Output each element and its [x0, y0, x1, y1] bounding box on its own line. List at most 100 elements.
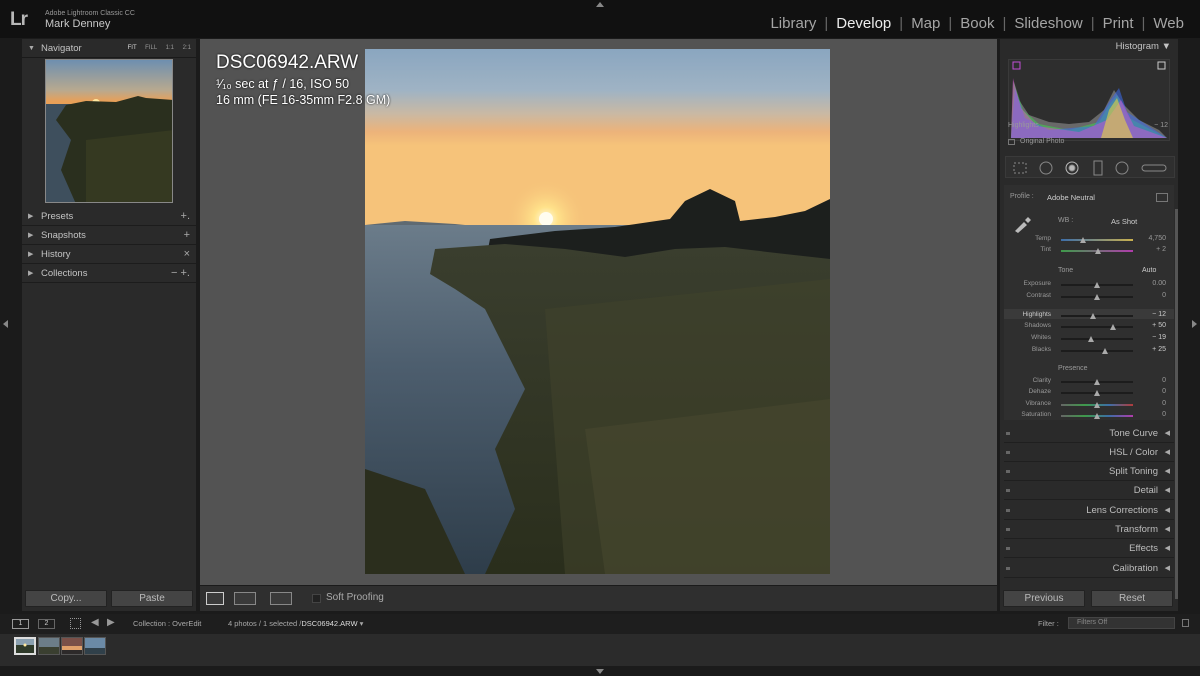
slider-track[interactable]	[1061, 326, 1133, 328]
toggle-switch[interactable]	[1006, 489, 1010, 492]
slider-thumb[interactable]	[1094, 390, 1100, 396]
filter-lock-icon[interactable]	[1182, 619, 1189, 627]
snapshots-header[interactable]: ▶ Snapshots +	[22, 226, 196, 245]
slider-value[interactable]: − 12	[1152, 311, 1166, 318]
slider-track[interactable]	[1061, 239, 1133, 241]
slider-value[interactable]: 0	[1162, 292, 1166, 299]
paste-settings-button[interactable]: Paste	[111, 590, 193, 607]
top-panel-toggle-icon[interactable]	[596, 2, 604, 7]
soft-proofing-checkbox[interactable]	[312, 594, 321, 603]
auto-tone-button[interactable]: Auto	[1142, 267, 1156, 274]
history-header[interactable]: ▶ History ×	[22, 245, 196, 264]
module-book[interactable]: Book	[952, 15, 1002, 32]
filmstrip-thumbnail[interactable]	[14, 637, 36, 655]
before-after-tb-icon[interactable]	[270, 592, 292, 605]
previous-button[interactable]: Previous	[1003, 590, 1085, 607]
eyedropper-icon[interactable]	[1012, 215, 1032, 233]
detail-section[interactable]: Detail ◀	[1004, 483, 1174, 500]
slider-value[interactable]: 4,750	[1148, 235, 1166, 242]
slider-value[interactable]: + 50	[1152, 322, 1166, 329]
copy-settings-button[interactable]: Copy...	[25, 590, 107, 607]
filmstrip-thumbnail[interactable]	[61, 637, 83, 655]
before-after-lr-icon[interactable]	[234, 592, 256, 605]
main-window-button[interactable]: 1	[12, 619, 29, 629]
bottom-panel-toggle-icon[interactable]	[596, 669, 604, 674]
slider-thumb[interactable]	[1087, 336, 1094, 342]
histogram-header[interactable]: Histogram ▼	[1116, 41, 1171, 52]
collection-source[interactable]: Collection : OverEdit	[133, 619, 201, 628]
navigator-header[interactable]: ▼ Navigator FIT FILL 1:1 2:1	[22, 39, 196, 58]
profile-browser-icon[interactable]	[1156, 193, 1168, 202]
lens-corrections-section[interactable]: Lens Corrections ◀	[1004, 503, 1174, 520]
split-toning-section[interactable]: Split Toning ◀	[1004, 464, 1174, 481]
grid-view-icon[interactable]	[70, 618, 81, 629]
wb-select[interactable]: As Shot	[1111, 217, 1137, 226]
filter-select[interactable]: Filters Off	[1068, 617, 1175, 629]
module-slideshow[interactable]: Slideshow	[1006, 15, 1090, 32]
slider-value[interactable]: 0	[1162, 400, 1166, 407]
slider-thumb[interactable]	[1101, 348, 1108, 354]
slider-value[interactable]: − 19	[1152, 334, 1166, 341]
navigator-preview[interactable]	[45, 59, 173, 203]
slider-value[interactable]: + 25	[1152, 346, 1166, 353]
collections-header[interactable]: ▶ Collections − +.	[22, 264, 196, 283]
add-preset-button[interactable]: +.	[181, 207, 190, 226]
module-web[interactable]: Web	[1145, 15, 1192, 32]
loupe-view-icon[interactable]	[206, 592, 224, 605]
transform-section[interactable]: Transform ◀	[1004, 522, 1174, 539]
slider-track[interactable]	[1061, 338, 1133, 340]
slider-track[interactable]	[1061, 315, 1133, 317]
back-arrow-icon[interactable]: ◀	[91, 617, 99, 628]
slider-thumb[interactable]	[1094, 379, 1100, 385]
effects-section[interactable]: Effects ◀	[1004, 541, 1174, 558]
slider-value[interactable]: 0	[1162, 411, 1166, 418]
slider-thumb[interactable]	[1079, 237, 1086, 243]
original-photo-checkbox[interactable]	[1008, 139, 1015, 145]
slider-track[interactable]	[1061, 350, 1133, 352]
reset-button[interactable]: Reset	[1091, 590, 1173, 607]
toggle-switch[interactable]	[1006, 432, 1010, 435]
slider-value[interactable]: + 2	[1156, 246, 1166, 253]
slider-thumb[interactable]	[1094, 282, 1100, 288]
tone-curve-section[interactable]: Tone Curve ◀	[1004, 426, 1174, 443]
toggle-switch[interactable]	[1006, 509, 1010, 512]
zoom-fill[interactable]: FILL	[145, 45, 157, 51]
toggle-switch[interactable]	[1006, 547, 1010, 550]
slider-value[interactable]: 0	[1162, 377, 1166, 384]
zoom-1-1[interactable]: 1:1	[166, 45, 174, 51]
toggle-switch[interactable]	[1006, 567, 1010, 570]
profile-select[interactable]: Adobe Neutral	[1047, 193, 1095, 202]
secondary-window-button[interactable]: 2	[38, 619, 55, 629]
toggle-switch[interactable]	[1006, 528, 1010, 531]
photo-count[interactable]: 4 photos / 1 selected /DSC06942.ARW ▾	[228, 619, 363, 628]
slider-thumb[interactable]	[1094, 294, 1100, 300]
slider-value[interactable]: 0.00	[1152, 280, 1166, 287]
module-map[interactable]: Map	[903, 15, 948, 32]
photo-preview[interactable]	[365, 49, 830, 574]
left-panel-toggle-icon[interactable]	[3, 320, 8, 328]
filmstrip-thumbnail[interactable]	[38, 637, 60, 655]
slider-thumb[interactable]	[1094, 413, 1100, 419]
module-library[interactable]: Library	[762, 15, 824, 32]
slider-thumb[interactable]	[1089, 313, 1096, 319]
zoom-2-1[interactable]: 2:1	[183, 45, 191, 51]
clear-history-button[interactable]: ×	[184, 245, 190, 264]
filmstrip-thumbnail[interactable]	[84, 637, 106, 655]
toggle-switch[interactable]	[1006, 451, 1010, 454]
forward-arrow-icon[interactable]: ▶	[107, 617, 115, 628]
add-snapshot-button[interactable]: +	[184, 226, 190, 245]
zoom-fit[interactable]: FIT	[128, 45, 137, 51]
toggle-switch[interactable]	[1006, 470, 1010, 473]
right-panel-scrollbar[interactable]	[1175, 209, 1178, 599]
slider-thumb[interactable]	[1094, 402, 1100, 408]
slider-value[interactable]: 0	[1162, 388, 1166, 395]
hsl-color-section[interactable]: HSL / Color ◀	[1004, 445, 1174, 462]
right-panel-toggle-icon[interactable]	[1192, 320, 1197, 328]
slider-thumb[interactable]	[1094, 248, 1101, 254]
presets-header[interactable]: ▶ Presets +.	[22, 207, 196, 226]
module-develop[interactable]: Develop	[828, 15, 899, 32]
module-print[interactable]: Print	[1095, 15, 1142, 32]
collection-actions[interactable]: − +.	[171, 264, 190, 283]
calibration-section[interactable]: Calibration ◀	[1004, 561, 1174, 578]
slider-thumb[interactable]	[1109, 324, 1116, 330]
